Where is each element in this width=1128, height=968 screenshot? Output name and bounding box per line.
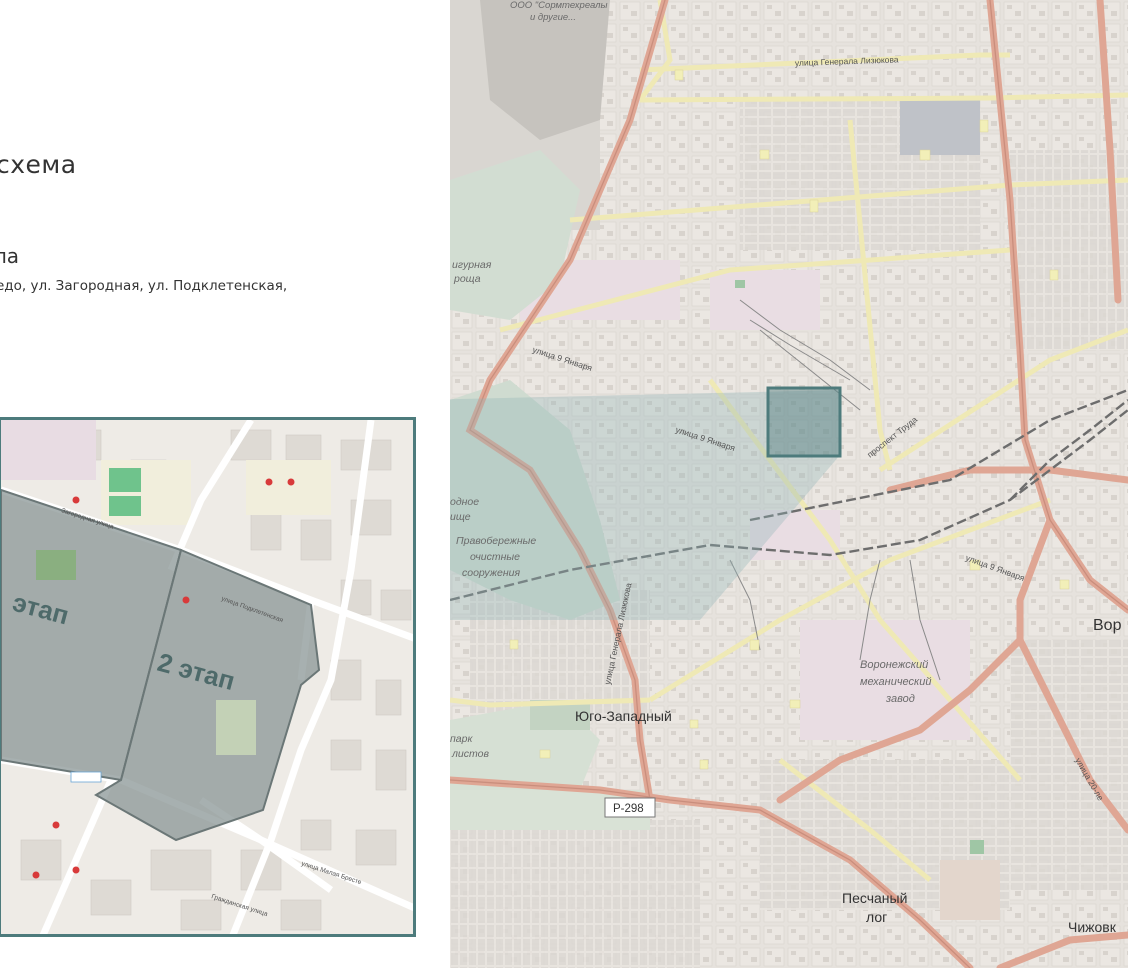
- city-overview-map[interactable]: ООО "Сормтехреалы и другие... игурная ро…: [450, 0, 1128, 968]
- map-label-grove: игурная: [452, 259, 492, 271]
- map-label-company-2: и другие...: [530, 12, 576, 23]
- slide-subheading: ла: [0, 244, 20, 268]
- map-label-treatment: Правобережные: [456, 535, 536, 547]
- inset-map-svg: этап 2 этап Загородная улица улица Подкл…: [1, 420, 413, 934]
- map-label-peschany: Песчаный: [842, 890, 907, 906]
- map-label-water: одное: [450, 496, 479, 508]
- map-label-peschany-2: лог: [866, 909, 887, 925]
- map-label-treatment-3: сооружения: [462, 567, 520, 579]
- slide-heading: схема: [0, 150, 77, 179]
- map-label-city: Вор: [1093, 617, 1122, 634]
- svg-text:Р-298: Р-298: [613, 803, 644, 815]
- map-label-grove-2: роща: [453, 273, 481, 285]
- map-label-yugo-zapadny: Юго-Западный: [575, 708, 672, 724]
- map-label-factory-2: механический: [860, 676, 931, 688]
- road-shield-r298: Р-298: [604, 797, 656, 818]
- slide-address: едо, ул. Загородная, ул. Подклетенская,: [0, 278, 288, 294]
- map-label-park-2: листов: [451, 748, 489, 760]
- map-label-chizhovka: Чижовк: [1068, 919, 1117, 935]
- map-label-water-2: ище: [450, 511, 471, 523]
- map-label-factory: Воронежский: [860, 659, 928, 671]
- city-map-svg: ООО "Сормтехреалы и другие... игурная ро…: [450, 0, 1128, 968]
- map-label-factory-3: завод: [885, 693, 915, 705]
- map-label-company: ООО "Сормтехреалы: [510, 0, 608, 11]
- map-label-park: парк: [450, 733, 473, 745]
- inset-site-map[interactable]: этап 2 этап Загородная улица улица Подкл…: [0, 417, 416, 937]
- map-label-treatment-2: очистные: [470, 551, 520, 563]
